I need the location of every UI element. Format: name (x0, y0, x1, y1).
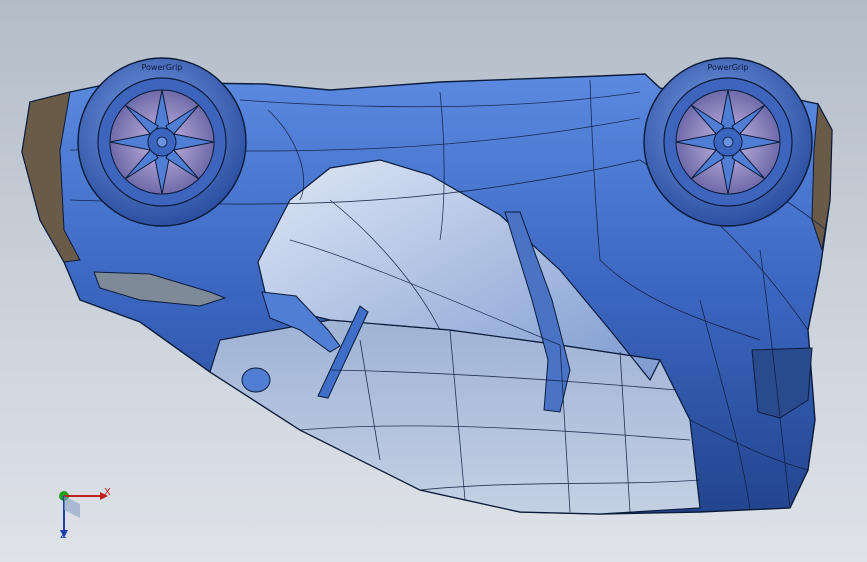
mirror-knob[interactable] (241, 367, 271, 393)
graphics-viewport[interactable]: PowerGrip PowerGrip X Z (0, 0, 867, 562)
tire-label-rear: PowerGrip (708, 63, 749, 72)
wheel-rear[interactable] (643, 57, 813, 227)
wheel-front[interactable] (77, 57, 247, 227)
tire-label-front: PowerGrip (142, 63, 183, 72)
axis-triad (59, 491, 108, 538)
car-model[interactable]: PowerGrip PowerGrip (0, 0, 867, 562)
